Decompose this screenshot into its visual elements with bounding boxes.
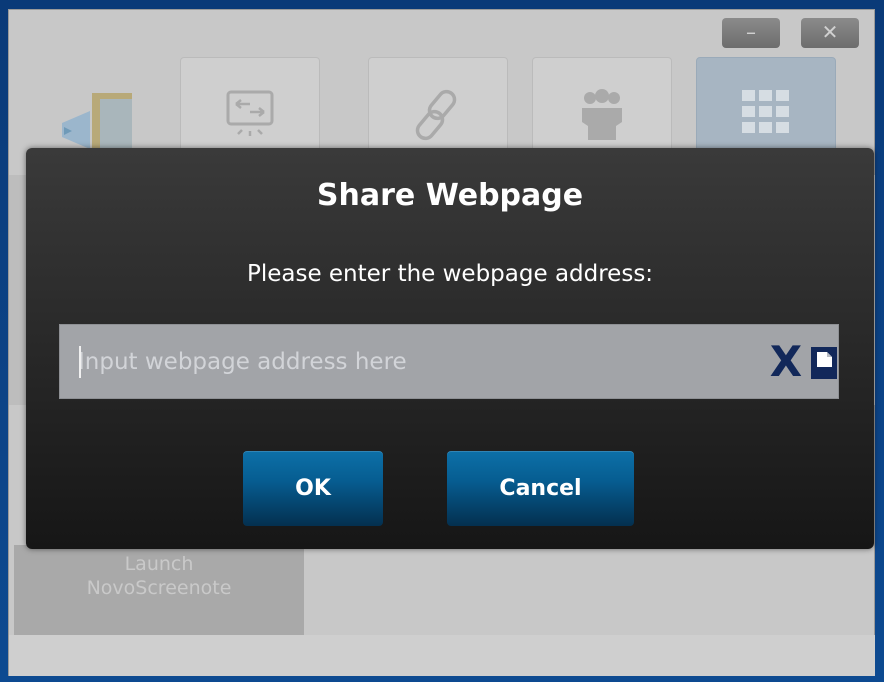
dialog-title: Share Webpage — [316, 178, 584, 213]
dialog-prompt: Please enter the webpage address: — [246, 261, 654, 287]
cancel-button[interactable]: Cancel — [447, 451, 634, 526]
bottom-strip — [9, 635, 875, 676]
text-caret — [79, 346, 81, 378]
link-icon — [415, 89, 457, 141]
minimize-button[interactable]: – — [722, 18, 780, 48]
launch-novoscreenote-label: Launch NovoScreenote — [86, 553, 232, 599]
novo-logo-icon — [62, 93, 132, 155]
share-webpage-dialog: Share Webpage Please enter the webpage a… — [26, 148, 874, 549]
apps-grid-icon — [742, 90, 789, 133]
ok-button[interactable]: OK — [243, 451, 383, 526]
group-icon — [582, 89, 622, 140]
url-input[interactable] — [78, 343, 718, 381]
close-window-button[interactable]: ✕ — [801, 18, 859, 48]
paste-icon[interactable] — [810, 343, 838, 381]
clear-icon[interactable]: X — [768, 340, 804, 384]
screen-share-icon — [226, 90, 274, 136]
url-field-container: X — [59, 324, 839, 399]
